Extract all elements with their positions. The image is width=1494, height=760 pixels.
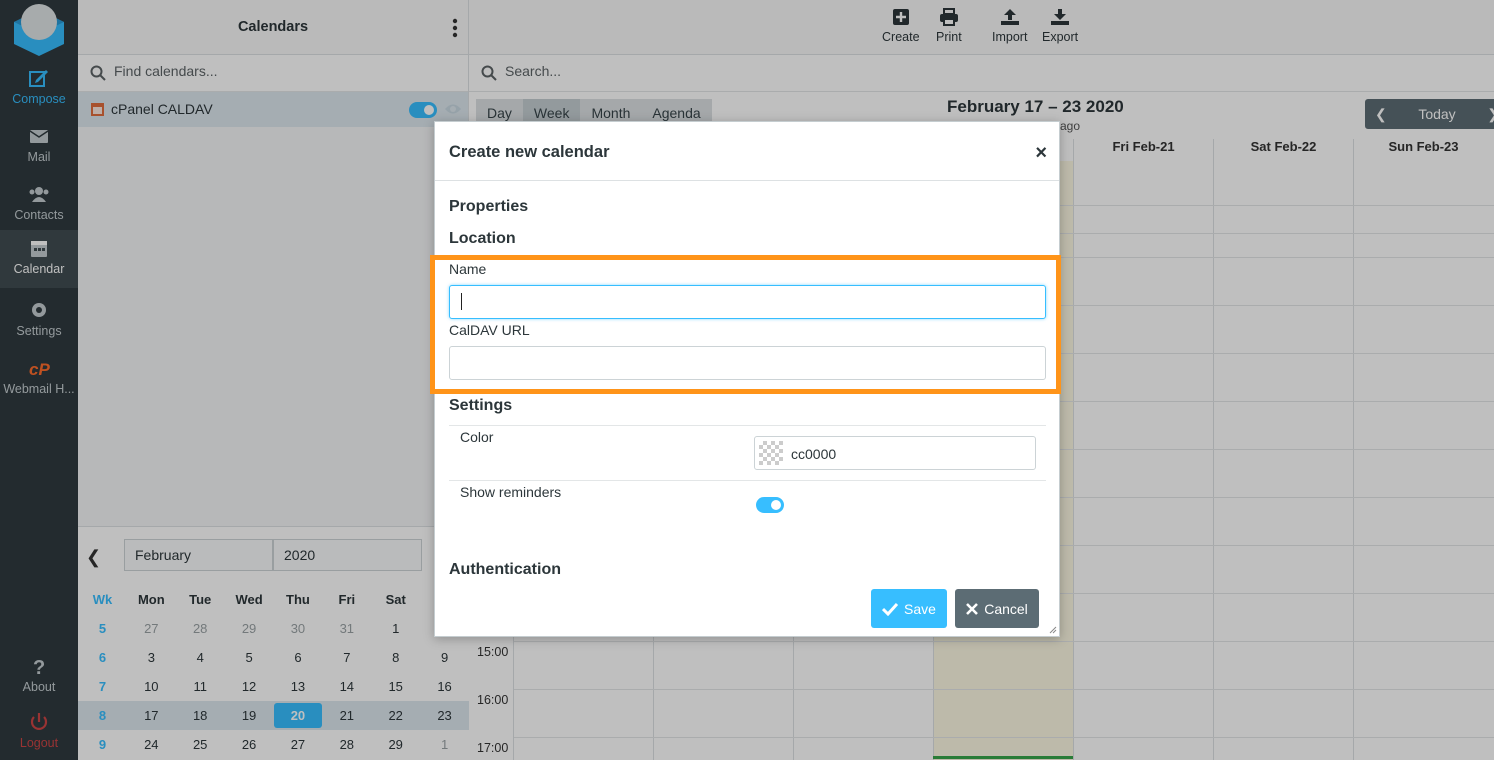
- color-label: Color: [460, 429, 494, 445]
- divider: [449, 425, 1046, 426]
- check-icon: [882, 602, 899, 616]
- divider: [449, 480, 1046, 481]
- cancel-button[interactable]: Cancel: [955, 589, 1039, 628]
- close-icon[interactable]: ×: [1035, 142, 1047, 165]
- resize-handle-icon[interactable]: [1047, 624, 1057, 634]
- settings-heading: Settings: [449, 397, 513, 414]
- show-reminders-toggle[interactable]: [756, 497, 784, 513]
- cancel-label: Cancel: [984, 600, 1028, 617]
- x-icon: [966, 602, 979, 615]
- save-label: Save: [904, 600, 936, 617]
- authentication-heading: Authentication: [449, 561, 561, 578]
- dialog-title: Create new calendar: [449, 143, 610, 161]
- location-highlight: [430, 255, 1061, 394]
- location-heading: Location: [449, 230, 516, 247]
- color-swatch[interactable]: [759, 441, 783, 465]
- color-value: cc0000: [791, 446, 837, 462]
- show-reminders-label: Show reminders: [460, 484, 562, 500]
- dialog-header: Create new calendar ×: [435, 122, 1059, 181]
- save-button[interactable]: Save: [871, 589, 947, 628]
- properties-heading: Properties: [449, 198, 529, 215]
- color-picker[interactable]: cc0000: [754, 436, 1036, 470]
